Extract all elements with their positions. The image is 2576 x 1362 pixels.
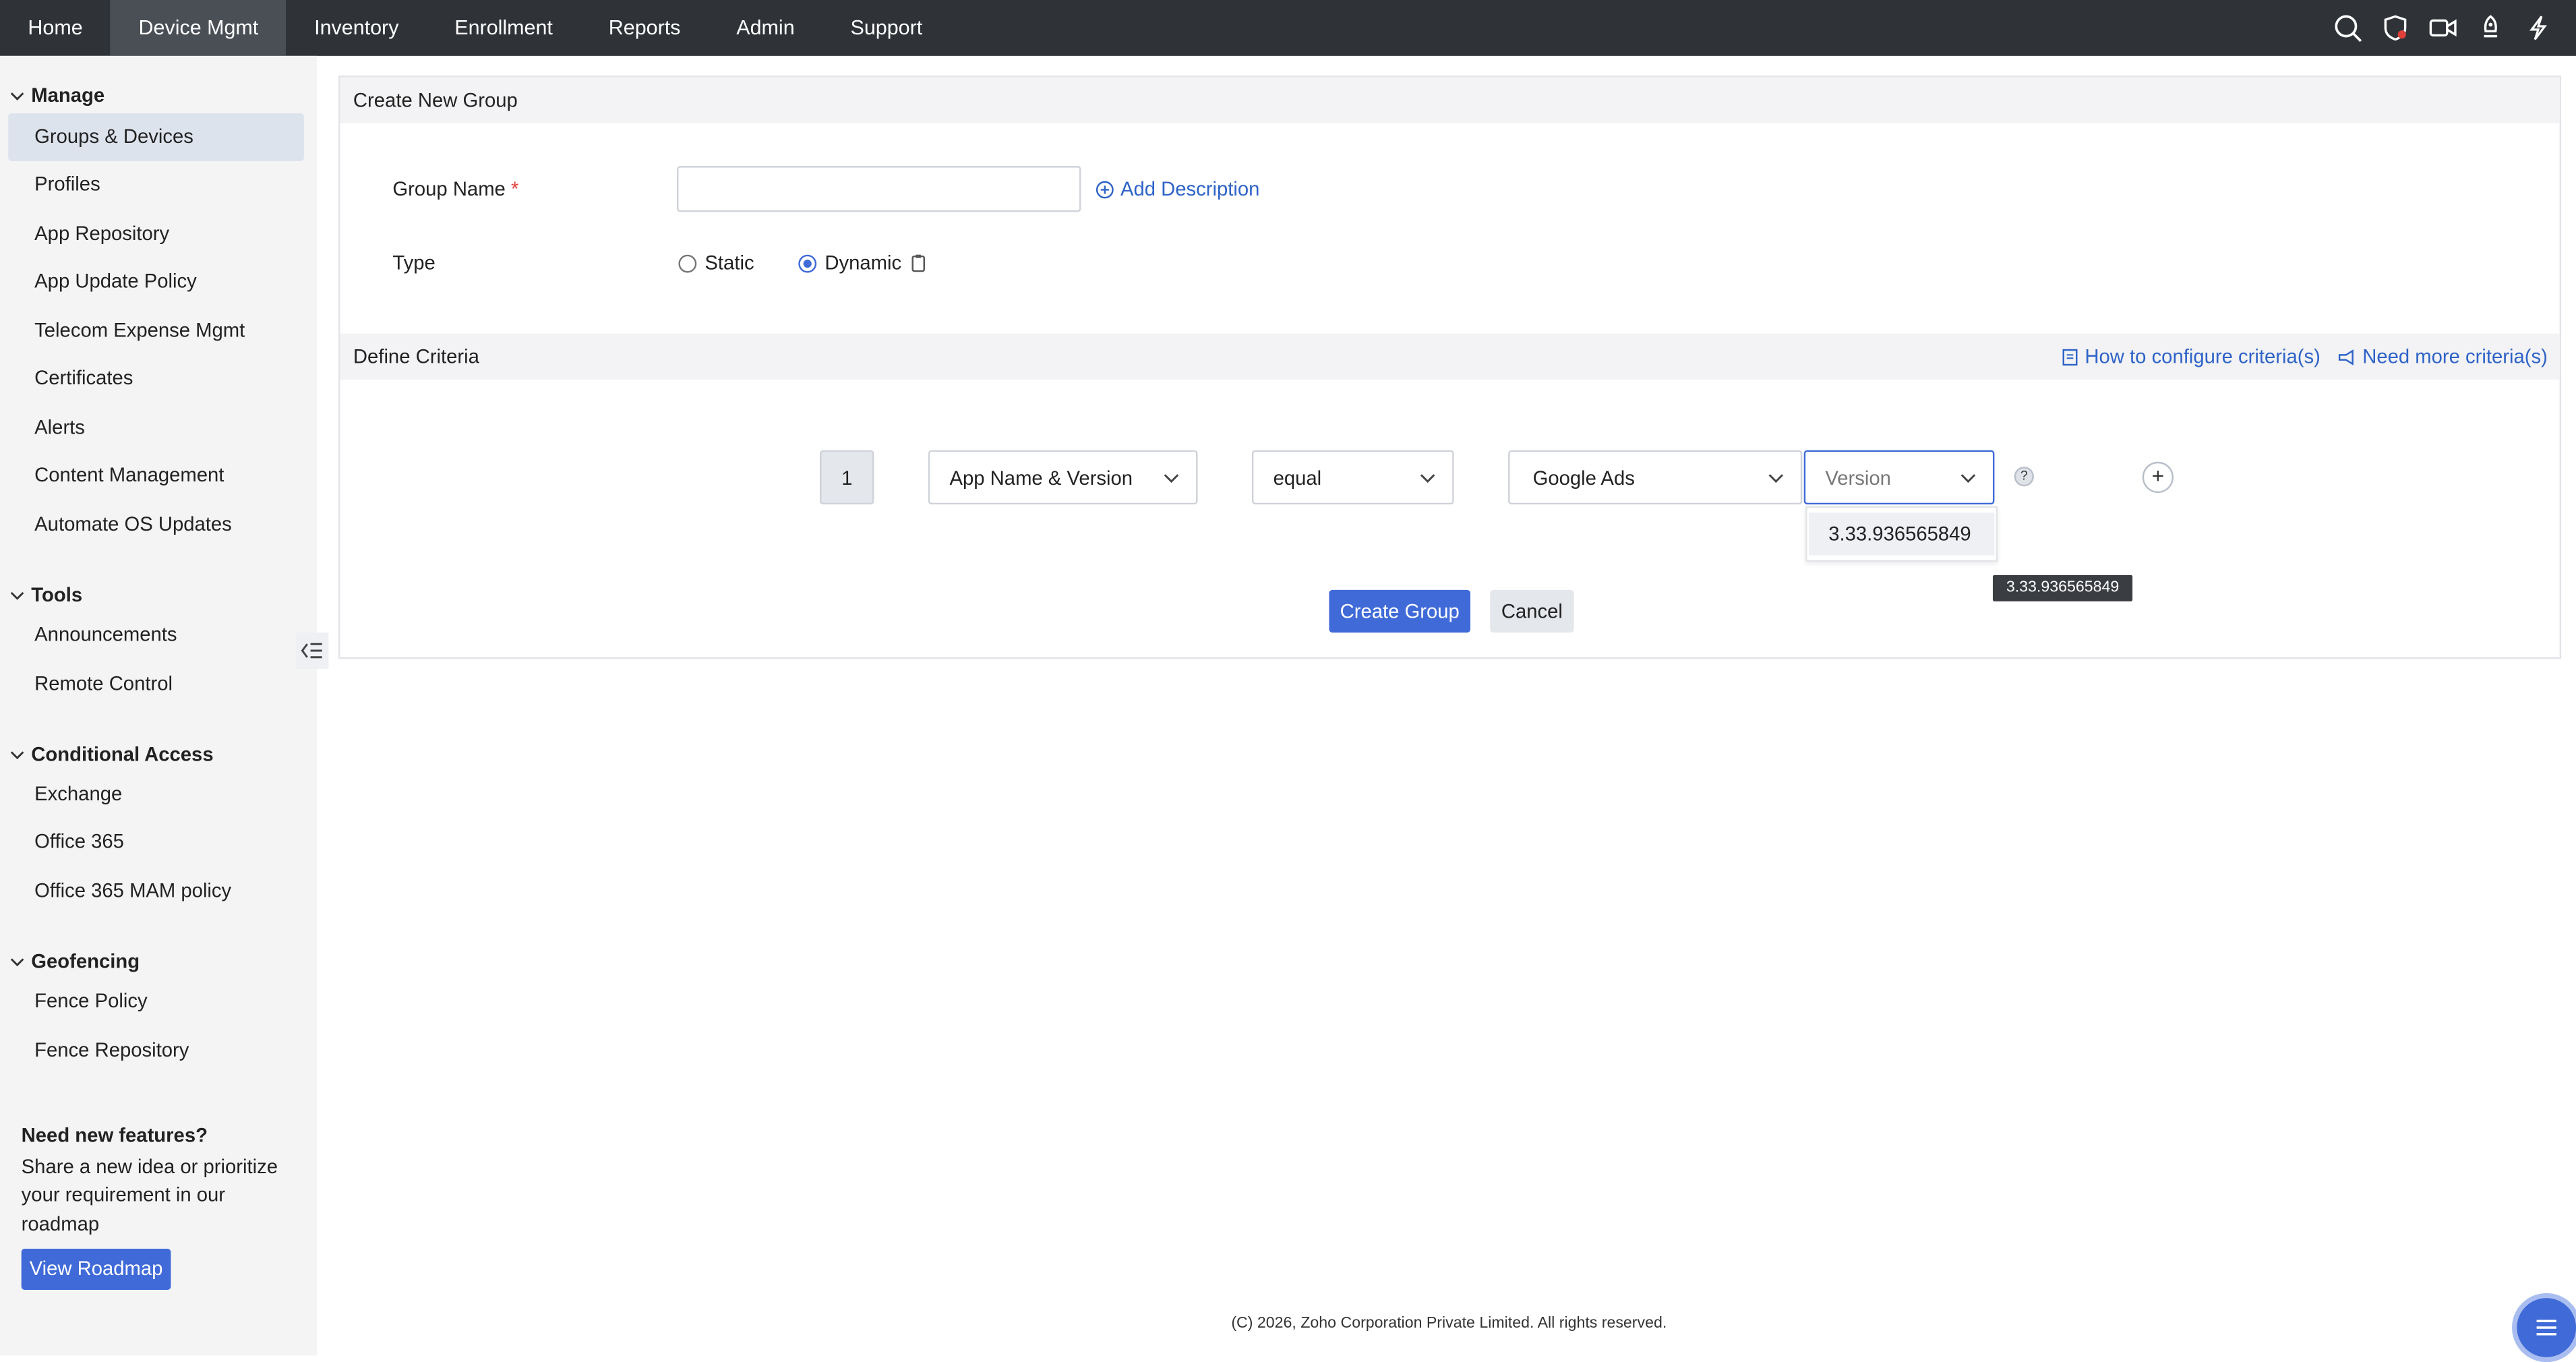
lightning-icon[interactable] — [2523, 13, 2553, 42]
chevron-down-icon — [10, 91, 24, 100]
radio-dynamic-label: Dynamic — [825, 251, 902, 274]
add-criteria-button[interactable]: + — [2142, 461, 2174, 494]
add-description-link[interactable]: Add Description — [1096, 177, 1259, 200]
sidebar-item-office-365[interactable]: Office 365 — [8, 819, 304, 866]
criteria-field-select[interactable]: App Name & Version — [928, 450, 1198, 505]
chevron-down-icon — [10, 591, 24, 599]
panel-title: Create New Group — [340, 77, 2560, 123]
section-title: Geofencing — [31, 949, 140, 973]
sidebar-item-automate-os-updates[interactable]: Automate OS Updates — [8, 501, 304, 549]
type-label: Type — [392, 251, 436, 274]
menu-icon — [2536, 1320, 2556, 1336]
sidebar-item-remote-control[interactable]: Remote Control — [8, 661, 304, 709]
criteria-app-select[interactable]: Google Ads — [1508, 450, 1803, 505]
view-roadmap-button[interactable]: View Roadmap — [21, 1249, 171, 1290]
document-icon — [2062, 348, 2078, 365]
sidebar: Manage Groups & Devices Profiles App Rep… — [0, 55, 318, 1356]
chevron-down-icon — [1960, 474, 1976, 483]
version-dropdown: 3.33.936565849 — [1805, 506, 1998, 562]
sidebar-item-fence-repository[interactable]: Fence Repository — [8, 1027, 304, 1075]
sidebar-section-tools[interactable]: Tools — [10, 583, 82, 606]
sidebar-item-fence-policy[interactable]: Fence Policy — [8, 978, 304, 1026]
sidebar-section-manage[interactable]: Manage — [10, 84, 105, 107]
sidebar-item-alerts[interactable]: Alerts — [8, 404, 304, 452]
clipboard-icon — [911, 254, 925, 272]
criteria-app-value: Google Ads — [1532, 465, 1635, 489]
nav-reports[interactable]: Reports — [580, 0, 709, 56]
type-dynamic-radio[interactable]: Dynamic — [798, 251, 926, 274]
section-title: Tools — [31, 583, 83, 607]
define-criteria-header: Define Criteria How to configure criteri… — [340, 333, 2560, 380]
sidebar-item-exchange[interactable]: Exchange — [8, 771, 304, 819]
add-description-text: Add Description — [1120, 177, 1260, 201]
nav-admin[interactable]: Admin — [709, 0, 822, 56]
required-mark: * — [510, 177, 519, 201]
group-name-input[interactable] — [677, 166, 1081, 212]
how-to-configure-link[interactable]: How to configure criteria(s) — [2062, 334, 2320, 380]
sidebar-section-geofencing[interactable]: Geofencing — [10, 950, 140, 973]
sidebar-item-announcements[interactable]: Announcements — [8, 612, 304, 659]
nav-home[interactable]: Home — [0, 0, 111, 56]
sidebar-item-office-365-mam[interactable]: Office 365 MAM policy — [8, 868, 304, 916]
megaphone-icon — [2338, 348, 2354, 365]
chevron-down-icon — [1768, 474, 1784, 483]
section-title: Manage — [31, 84, 105, 107]
chevron-down-icon — [10, 750, 24, 759]
nav-enrollment[interactable]: Enrollment — [427, 0, 580, 56]
sidebar-item-groups-devices[interactable]: Groups & Devices — [8, 113, 304, 161]
need-more-criteria-text: Need more criteria(s) — [2362, 345, 2548, 368]
radio-dynamic[interactable] — [798, 254, 817, 272]
create-group-panel: Create New Group Group Name * Add Descri… — [338, 76, 2562, 659]
shield-icon[interactable] — [2380, 13, 2410, 42]
plus-circle-icon — [1096, 180, 1114, 198]
need-more-criteria-link[interactable]: Need more criteria(s) — [2338, 334, 2548, 380]
footer-copyright: (C) 2026, Zoho Corporation Private Limit… — [1231, 1314, 1667, 1333]
promo-text: Share a new idea or prioritize your requ… — [21, 1155, 278, 1235]
type-static-radio[interactable]: Static — [678, 251, 754, 274]
sidebar-item-telecom-expense[interactable]: Telecom Expense Mgmt — [8, 307, 304, 355]
chevron-down-icon — [1420, 474, 1435, 483]
rocket-icon[interactable] — [2476, 13, 2505, 42]
collapse-sidebar-button[interactable] — [295, 632, 329, 669]
criteria-field-value: App Name & Version — [949, 465, 1133, 489]
group-name-label: Group Name * — [392, 177, 518, 200]
criteria-index: 1 — [820, 450, 874, 505]
radio-static-label: Static — [705, 251, 754, 274]
sidebar-section-conditional-access[interactable]: Conditional Access — [10, 742, 214, 766]
how-to-configure-text: How to configure criteria(s) — [2085, 345, 2320, 368]
criteria-operator-select[interactable]: equal — [1251, 450, 1454, 505]
criteria-version-placeholder: Version — [1825, 465, 1891, 489]
radio-static[interactable] — [678, 254, 697, 272]
search-icon[interactable] — [2333, 13, 2362, 42]
sidebar-item-app-repository[interactable]: App Repository — [8, 210, 304, 258]
criteria-operator-value: equal — [1273, 465, 1322, 489]
chevron-down-icon — [10, 957, 24, 966]
promo-title: Need new features? — [21, 1123, 208, 1147]
nav-inventory[interactable]: Inventory — [287, 0, 427, 56]
version-option[interactable]: 3.33.936565849 — [1809, 512, 1995, 556]
nav-support[interactable]: Support — [822, 0, 951, 56]
sidebar-item-certificates[interactable]: Certificates — [8, 355, 304, 403]
define-criteria-title: Define Criteria — [353, 345, 479, 368]
section-title: Conditional Access — [31, 742, 214, 766]
sidebar-item-profiles[interactable]: Profiles — [8, 161, 304, 209]
nav-device-mgmt[interactable]: Device Mgmt — [111, 0, 287, 56]
menu-fab-button[interactable] — [2512, 1293, 2576, 1362]
top-navigation: Home Device Mgmt Inventory Enrollment Re… — [0, 0, 2576, 56]
cancel-button[interactable]: Cancel — [1490, 589, 1574, 633]
criteria-version-select[interactable]: Version — [1803, 450, 1995, 505]
version-tooltip: 3.33.936565849 — [1992, 574, 2133, 601]
sidebar-item-app-update-policy[interactable]: App Update Policy — [8, 258, 304, 306]
sidebar-item-content-management[interactable]: Content Management — [8, 452, 304, 500]
video-icon[interactable] — [2428, 13, 2458, 42]
create-group-button[interactable]: Create Group — [1329, 589, 1471, 633]
help-icon[interactable]: ? — [2014, 467, 2034, 487]
chevron-down-icon — [1164, 474, 1179, 483]
header-icons — [2333, 0, 2553, 56]
collapse-icon — [301, 643, 322, 659]
group-name-label-text: Group Name — [392, 177, 506, 201]
